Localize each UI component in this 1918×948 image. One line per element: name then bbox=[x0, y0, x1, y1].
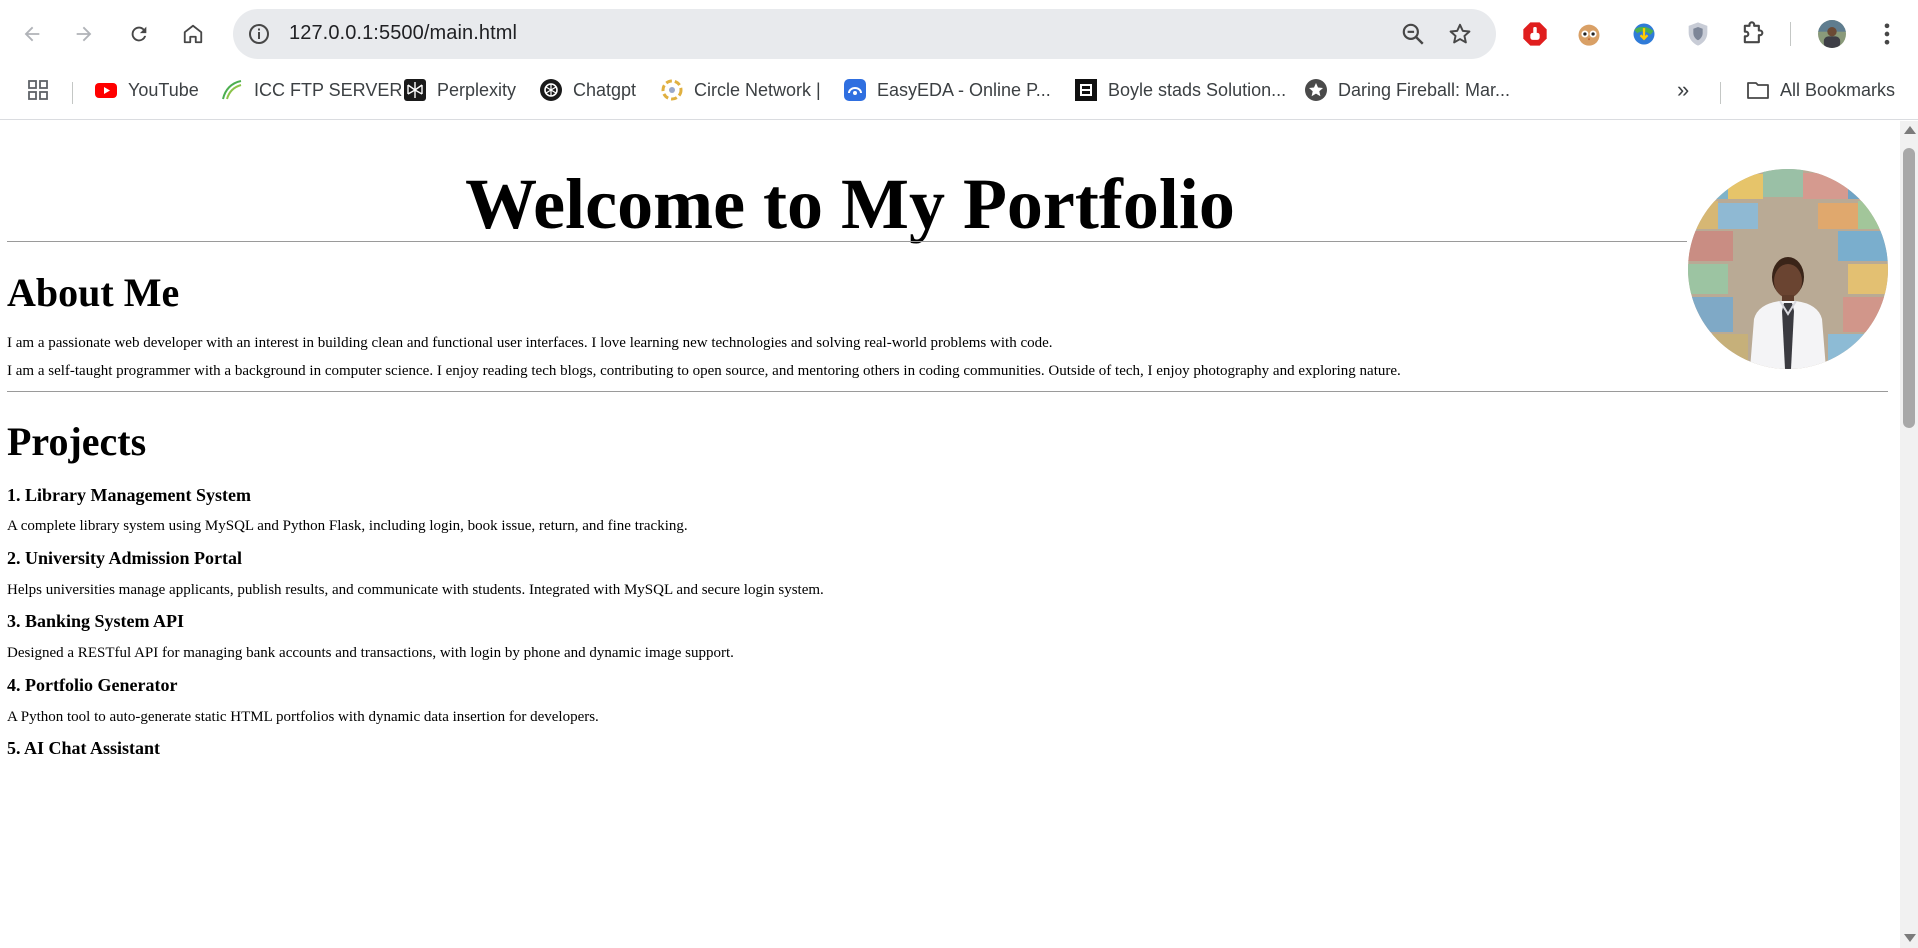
adblock-extension-icon[interactable] bbox=[1518, 17, 1552, 51]
page-scrollbar[interactable] bbox=[1900, 121, 1918, 948]
daring-fireball-icon bbox=[1304, 78, 1328, 102]
page-title: Welcome to My Portfolio bbox=[465, 164, 1235, 244]
bookmark-label: Chatgpt bbox=[573, 79, 637, 100]
bookmark-icc-ftp-server[interactable]: ICC FTP SERVER bbox=[220, 76, 402, 104]
folder-icon bbox=[1746, 78, 1770, 102]
project-title: 1. Library Management System bbox=[7, 485, 251, 505]
kebab-menu-icon bbox=[1884, 23, 1890, 45]
project-description: A complete library system using MySQL an… bbox=[7, 518, 688, 534]
bookmarks-bar: YouTube ICC FTP SERVER Perplexity Chatgp… bbox=[0, 70, 1918, 110]
profile-avatar[interactable] bbox=[1815, 17, 1849, 51]
apps-grid-icon bbox=[26, 78, 50, 102]
project-title: 3. Banking System API bbox=[7, 611, 185, 631]
shield-extension-icon[interactable] bbox=[1681, 17, 1715, 51]
browser-toolbar: 127.0.0.1:5500/main.html bbox=[0, 0, 1918, 70]
reload-icon bbox=[131, 26, 147, 42]
more-bookmarks-chevron: » bbox=[1677, 77, 1690, 102]
divider bbox=[7, 241, 1687, 242]
bookmark-label: Circle Network | bbox=[694, 79, 821, 100]
bookmark-star-icon[interactable] bbox=[1447, 21, 1473, 47]
apps-grid-button[interactable] bbox=[26, 76, 60, 104]
address-bar[interactable]: 127.0.0.1:5500/main.html bbox=[233, 9, 1496, 59]
forward-button[interactable] bbox=[66, 16, 102, 52]
icc-ftp-icon bbox=[220, 78, 244, 102]
bookmark-circle-network[interactable]: Circle Network | bbox=[660, 76, 821, 104]
circle-network-icon bbox=[660, 78, 684, 102]
scroll-thumb[interactable] bbox=[1903, 148, 1915, 428]
site-info-icon[interactable] bbox=[247, 22, 271, 46]
profile-photo bbox=[1688, 169, 1888, 369]
project-title: 2. University Admission Portal bbox=[7, 548, 243, 568]
scroll-up-arrow[interactable] bbox=[1904, 126, 1916, 134]
bookmark-label: Daring Fireball: Mar... bbox=[1338, 79, 1511, 100]
divider bbox=[7, 391, 1888, 392]
about-heading: About Me bbox=[7, 270, 180, 315]
projects-heading: Projects bbox=[7, 419, 147, 464]
zoom-out-icon[interactable] bbox=[1400, 21, 1426, 47]
bookmark-label: EasyEDA - Online P... bbox=[877, 79, 1051, 100]
project-title: 4. Portfolio Generator bbox=[7, 675, 178, 695]
forward-arrow-icon bbox=[76, 26, 92, 42]
home-icon bbox=[183, 24, 203, 44]
all-bookmarks-button[interactable]: All Bookmarks bbox=[1746, 76, 1895, 104]
owl-extension-icon[interactable] bbox=[1572, 17, 1606, 51]
reload-button[interactable] bbox=[121, 16, 157, 52]
project-description: A Python tool to auto-generate static HT… bbox=[7, 709, 599, 725]
all-bookmarks-label: All Bookmarks bbox=[1780, 79, 1896, 100]
back-button[interactable] bbox=[14, 16, 50, 52]
bookmark-label: YouTube bbox=[128, 79, 199, 100]
more-bookmarks-button[interactable]: » bbox=[1677, 76, 1689, 104]
project-description: Designed a RESTful API for managing bank… bbox=[7, 645, 734, 661]
bookmark-chatgpt[interactable]: Chatgpt bbox=[539, 76, 636, 104]
bookmark-label: Boyle stads Solution... bbox=[1108, 79, 1287, 100]
chatgpt-icon bbox=[539, 78, 563, 102]
project-description: Helps universities manage applicants, pu… bbox=[7, 582, 824, 598]
toolbar-divider bbox=[1790, 22, 1791, 46]
bookmark-youtube[interactable]: YouTube bbox=[94, 76, 199, 104]
web-page: Welcome to My Portfolio About Me I am a … bbox=[0, 121, 1900, 948]
project-title: 5. AI Chat Assistant bbox=[7, 738, 161, 758]
boyle-icon bbox=[1074, 78, 1098, 102]
browser-chrome: 127.0.0.1:5500/main.html YouTube ICC FTP… bbox=[0, 0, 1918, 120]
browser-menu-button[interactable] bbox=[1870, 17, 1904, 51]
bookmark-easyeda[interactable]: EasyEDA - Online P... bbox=[843, 76, 1051, 104]
bookmark-label: Perplexity bbox=[437, 79, 517, 100]
url-text[interactable]: 127.0.0.1:5500/main.html bbox=[289, 22, 517, 45]
extensions-puzzle-icon[interactable] bbox=[1736, 17, 1770, 51]
scroll-down-arrow[interactable] bbox=[1904, 934, 1916, 942]
bookmark-perplexity[interactable]: Perplexity bbox=[403, 76, 516, 104]
about-paragraph: I am a self-taught programmer with a bac… bbox=[7, 363, 1401, 379]
perplexity-icon bbox=[403, 78, 427, 102]
about-paragraph: I am a passionate web developer with an … bbox=[7, 335, 1053, 351]
bookmarks-divider bbox=[72, 82, 73, 104]
back-arrow-icon bbox=[24, 26, 40, 42]
home-button[interactable] bbox=[175, 16, 211, 52]
bookmark-boyle-stads[interactable]: Boyle stads Solution... bbox=[1074, 76, 1286, 104]
bookmark-daring-fireball[interactable]: Daring Fireball: Mar... bbox=[1304, 76, 1510, 104]
youtube-icon bbox=[94, 78, 118, 102]
bookmarks-divider bbox=[1720, 82, 1721, 104]
easyeda-icon bbox=[843, 78, 867, 102]
bookmark-label: ICC FTP SERVER bbox=[254, 79, 403, 100]
download-manager-extension-icon[interactable] bbox=[1627, 17, 1661, 51]
